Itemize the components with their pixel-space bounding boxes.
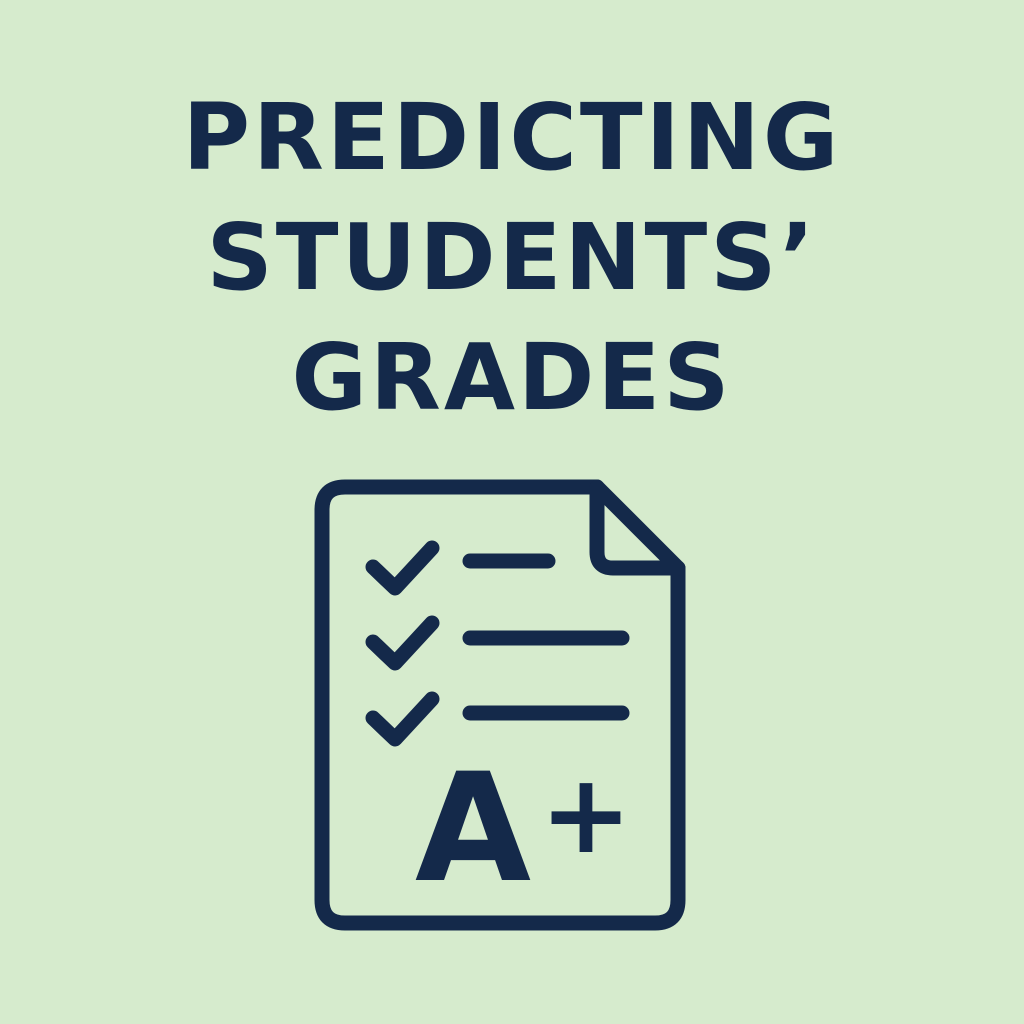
graded-test-document-icon: A + [314, 479, 686, 931]
grade-modifier: + [540, 750, 632, 878]
title-line-1: PREDICTING [182, 84, 842, 191]
checkmark-icon-3 [365, 691, 440, 747]
checkmark-icon-2 [365, 615, 440, 671]
grade-letter: A [415, 742, 531, 916]
page-title: PREDICTING STUDENTS’ GRADES [0, 78, 1024, 438]
title-line-2: STUDENTS’ [206, 204, 818, 311]
checkmark-icon-1 [365, 540, 440, 596]
title-line-3: GRADES [291, 324, 733, 431]
